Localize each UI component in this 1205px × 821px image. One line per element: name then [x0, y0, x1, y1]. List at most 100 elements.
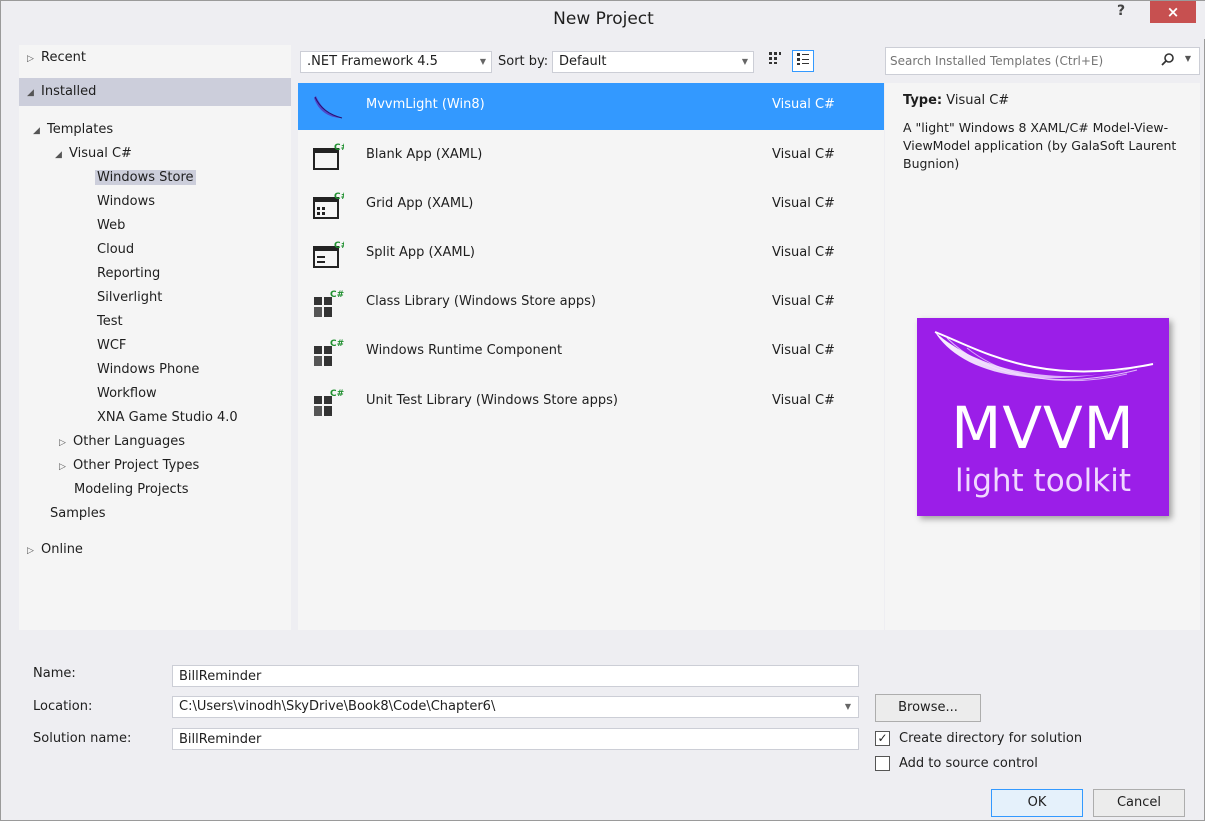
nav-item-windows[interactable]: Windows [97, 191, 155, 213]
mvvm-light-logo: MVVM light toolkit [917, 318, 1169, 516]
template-name: Class Library (Windows Store apps) [366, 294, 596, 309]
svg-text:C#: C# [334, 241, 344, 251]
expand-arrow-icon[interactable]: ▷ [59, 456, 73, 478]
template-language: Visual C# [772, 97, 835, 112]
template-row-unit-test-library[interactable]: C# Unit Test Library (Windows Store apps… [298, 379, 884, 426]
location-combobox[interactable]: C:\Users\vinodh\SkyDrive\Book8\Code\Chap… [172, 696, 859, 718]
chevron-down-icon[interactable]: ▼ [845, 697, 851, 717]
nav-item-recent[interactable]: ▷ Recent [27, 47, 86, 69]
nav-item-label: Recent [41, 50, 86, 65]
chevron-down-icon[interactable]: ▼ [1185, 54, 1191, 63]
template-row-split-app[interactable]: C# Split App (XAML) Visual C# [298, 231, 884, 278]
svg-text:C#: C# [330, 339, 344, 349]
collapse-arrow-icon[interactable]: ◢ [55, 144, 69, 166]
location-value: C:\Users\vinodh\SkyDrive\Book8\Code\Chap… [179, 699, 496, 714]
nav-item-workflow[interactable]: Workflow [97, 383, 157, 405]
template-row-blank-app[interactable]: C# Blank App (XAML) Visual C# [298, 133, 884, 180]
template-row-grid-app[interactable]: C# Grid App (XAML) Visual C# [298, 182, 884, 229]
small-icons-view-button[interactable] [764, 50, 786, 72]
nav-item-other-project-types[interactable]: ▷ Other Project Types [59, 455, 199, 477]
template-row-runtime-component[interactable]: C# Windows Runtime Component Visual C# [298, 329, 884, 376]
template-tree: ▷ Recent ◢ Installed ◢ Templates ◢ Visual C#… [19, 45, 291, 630]
expand-arrow-icon[interactable]: ▷ [27, 540, 41, 562]
list-view-button[interactable] [792, 50, 814, 72]
unit-test-icon: C# [314, 389, 344, 416]
nav-item-xna-game-studio[interactable]: XNA Game Studio 4.0 [97, 407, 238, 429]
logo-light-toolkit-text: light toolkit [955, 463, 1131, 499]
nav-item-installed[interactable]: ◢ Installed [27, 81, 96, 103]
template-row-class-library[interactable]: C# Class Library (Windows Store apps) Vi… [298, 280, 884, 327]
dialog-title: New Project [553, 9, 654, 29]
sort-dropdown[interactable]: Default ▼ [552, 51, 754, 73]
browse-button[interactable]: Browse... [875, 694, 981, 722]
template-type: Type: Visual C# [903, 93, 1009, 108]
nav-item-label: Online [41, 542, 83, 557]
source-control-checkbox[interactable]: Add to source control [875, 754, 1135, 774]
new-project-dialog: New Project ? × ▷ Recent ◢ Installed ◢ Temp… [0, 0, 1205, 821]
nav-item-label: Windows Store [95, 170, 196, 185]
checkmark-icon[interactable]: ✓ [875, 731, 890, 746]
template-name: MvvmLight (Win8) [366, 97, 485, 112]
sort-by-label: Sort by: [498, 54, 549, 69]
collapse-arrow-icon[interactable]: ◢ [27, 82, 41, 104]
blank-app-icon: C# [313, 143, 344, 170]
split-app-icon: C# [313, 241, 344, 268]
framework-dropdown[interactable]: .NET Framework 4.5 ▼ [300, 51, 492, 73]
type-label: Type: [903, 93, 943, 108]
list-view-icon [797, 53, 809, 65]
template-language: Visual C# [772, 147, 835, 162]
chevron-down-icon: ▼ [479, 57, 486, 66]
solution-name-input[interactable] [172, 728, 859, 750]
nav-item-silverlight[interactable]: Silverlight [97, 287, 162, 309]
nav-item-samples[interactable]: Samples [50, 503, 106, 525]
template-name: Split App (XAML) [366, 245, 475, 260]
create-directory-checkbox[interactable]: ✓ Create directory for solution [875, 729, 1135, 749]
svg-text:C#: C# [330, 389, 344, 399]
nav-item-templates[interactable]: ◢ Templates [33, 119, 113, 141]
svg-text:C#: C# [334, 143, 344, 153]
nav-item-visual-cs[interactable]: ◢ Visual C# [55, 143, 132, 165]
nav-item-other-languages[interactable]: ▷ Other Languages [59, 431, 185, 453]
project-name-input[interactable] [172, 665, 859, 687]
collapse-arrow-icon[interactable]: ◢ [33, 120, 47, 142]
sort-value: Default [559, 54, 607, 69]
grid-view-icon [769, 52, 781, 64]
template-list: MvvmLight (Win8) Visual C# C# Blank App … [298, 83, 884, 630]
nav-item-reporting[interactable]: Reporting [97, 263, 160, 285]
search-templates-box[interactable]: ▼ [885, 47, 1200, 75]
nav-item-windows-store[interactable]: Windows Store [95, 167, 196, 189]
nav-item-windows-phone[interactable]: Windows Phone [97, 359, 199, 381]
close-button[interactable]: × [1150, 1, 1196, 23]
nav-item-test[interactable]: Test [97, 311, 123, 333]
nav-item-label: Other Languages [73, 434, 185, 449]
help-button[interactable]: ? [1106, 3, 1136, 25]
template-language: Visual C# [772, 196, 835, 211]
nav-item-label: Visual C# [69, 146, 132, 161]
template-row-mvvmlight[interactable]: MvvmLight (Win8) Visual C# [298, 83, 884, 130]
template-description: A "light" Windows 8 XAML/C# Model-View-V… [903, 120, 1177, 171]
template-name: Windows Runtime Component [366, 343, 563, 358]
location-label: Location: [33, 699, 93, 714]
title-bar: New Project ? × [1, 1, 1205, 39]
cancel-button[interactable]: Cancel [1093, 789, 1185, 817]
create-directory-label: Create directory for solution [899, 731, 1083, 746]
ok-button[interactable]: OK [991, 789, 1083, 817]
search-icon[interactable] [1161, 52, 1175, 70]
template-language: Visual C# [772, 294, 835, 309]
name-label: Name: [33, 666, 76, 681]
search-input[interactable] [890, 51, 1150, 71]
svg-text:C#: C# [334, 192, 344, 202]
nav-item-wcf[interactable]: WCF [97, 335, 126, 357]
chevron-down-icon: ▼ [741, 57, 748, 66]
nav-item-web[interactable]: Web [97, 215, 125, 237]
checkbox-empty-icon[interactable] [875, 756, 890, 771]
nav-item-online[interactable]: ▷ Online [27, 539, 83, 561]
expand-arrow-icon[interactable]: ▷ [27, 48, 41, 70]
expand-arrow-icon[interactable]: ▷ [59, 432, 73, 454]
template-language: Visual C# [772, 393, 835, 408]
grid-app-icon: C# [313, 192, 344, 219]
template-name: Blank App (XAML) [366, 147, 483, 162]
nav-item-cloud[interactable]: Cloud [97, 239, 134, 261]
nav-item-modeling-projects[interactable]: Modeling Projects [74, 479, 189, 501]
svg-text:C#: C# [330, 290, 344, 300]
